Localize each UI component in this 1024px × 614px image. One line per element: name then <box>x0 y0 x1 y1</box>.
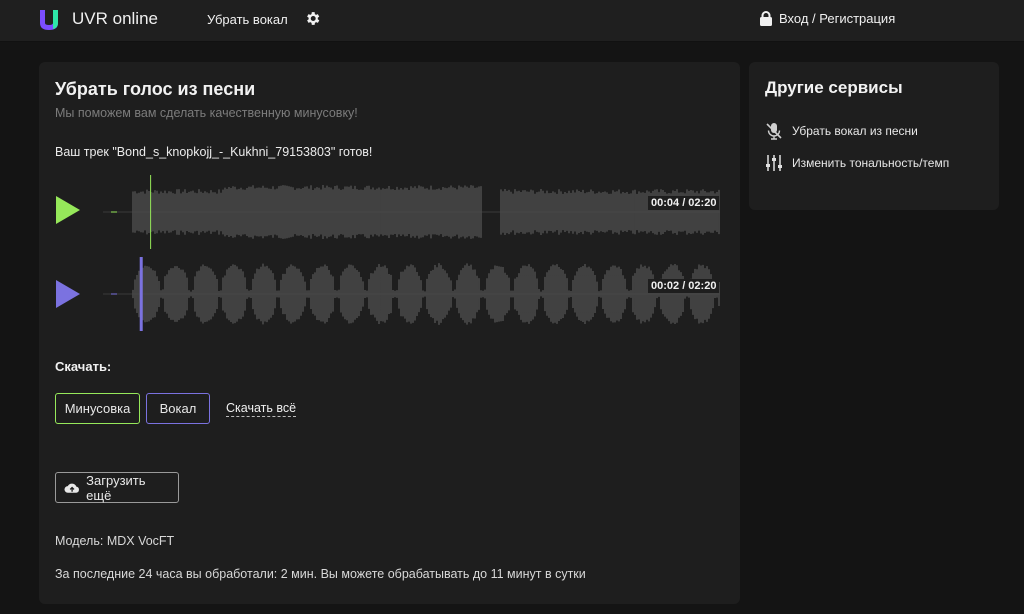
service-change-pitch-tempo[interactable]: Изменить тональность/темп <box>765 154 949 172</box>
upload-more-label: Загрузить ещё <box>86 472 146 503</box>
model-info: Модель: MDX VocFT <box>55 534 175 548</box>
main-card: Убрать голос из песни Мы поможем вам сде… <box>39 62 740 604</box>
download-label: Скачать: <box>55 359 112 374</box>
play-button-instrumental[interactable] <box>55 195 81 225</box>
sliders-icon <box>766 155 782 171</box>
login-label: Вход / Регистрация <box>779 11 896 26</box>
track-ready-message: Ваш трек "Bond_s_knopkojj_-_Kukhni_79153… <box>55 145 373 159</box>
download-vocal-button[interactable]: Вокал <box>146 393 210 424</box>
usage-limits-info: За последние 24 часа вы обработали: 2 ми… <box>55 567 586 581</box>
play-button-vocal[interactable] <box>55 279 81 309</box>
top-navbar: UVR online Убрать вокал Вход / Регистрац… <box>0 0 1024 42</box>
waveform-vocal[interactable] <box>103 257 720 331</box>
download-instrumental-button[interactable]: Минусовка <box>55 393 140 424</box>
login-link[interactable]: Вход / Регистрация <box>759 11 895 26</box>
service-label: Убрать вокал из песни <box>792 124 918 138</box>
other-services-card: Другие сервисы Убрать вокал из песни Изм… <box>749 62 999 210</box>
other-services-title: Другие сервисы <box>765 78 903 97</box>
nav-remove-vocal[interactable]: Убрать вокал <box>207 12 288 27</box>
time-vocal: 00:02 / 02:20 <box>648 279 720 293</box>
lock-icon <box>760 11 772 26</box>
page-subtitle: Мы поможем вам сделать качественную мину… <box>55 106 358 120</box>
page-title: Убрать голос из песни <box>55 79 256 99</box>
download-all-link[interactable]: Скачать всё <box>226 401 297 417</box>
service-remove-vocal[interactable]: Убрать вокал из песни <box>765 122 918 140</box>
gear-icon[interactable] <box>304 10 321 27</box>
upload-more-button[interactable]: Загрузить ещё <box>55 472 179 503</box>
service-label: Изменить тональность/темп <box>792 156 950 170</box>
time-instrumental: 00:04 / 02:20 <box>648 196 720 210</box>
cloud-upload-icon <box>64 483 79 493</box>
app-logo-icon[interactable] <box>38 8 60 32</box>
mic-off-icon <box>766 123 782 140</box>
waveform-instrumental[interactable] <box>103 175 720 249</box>
brand-name[interactable]: UVR online <box>72 9 158 29</box>
